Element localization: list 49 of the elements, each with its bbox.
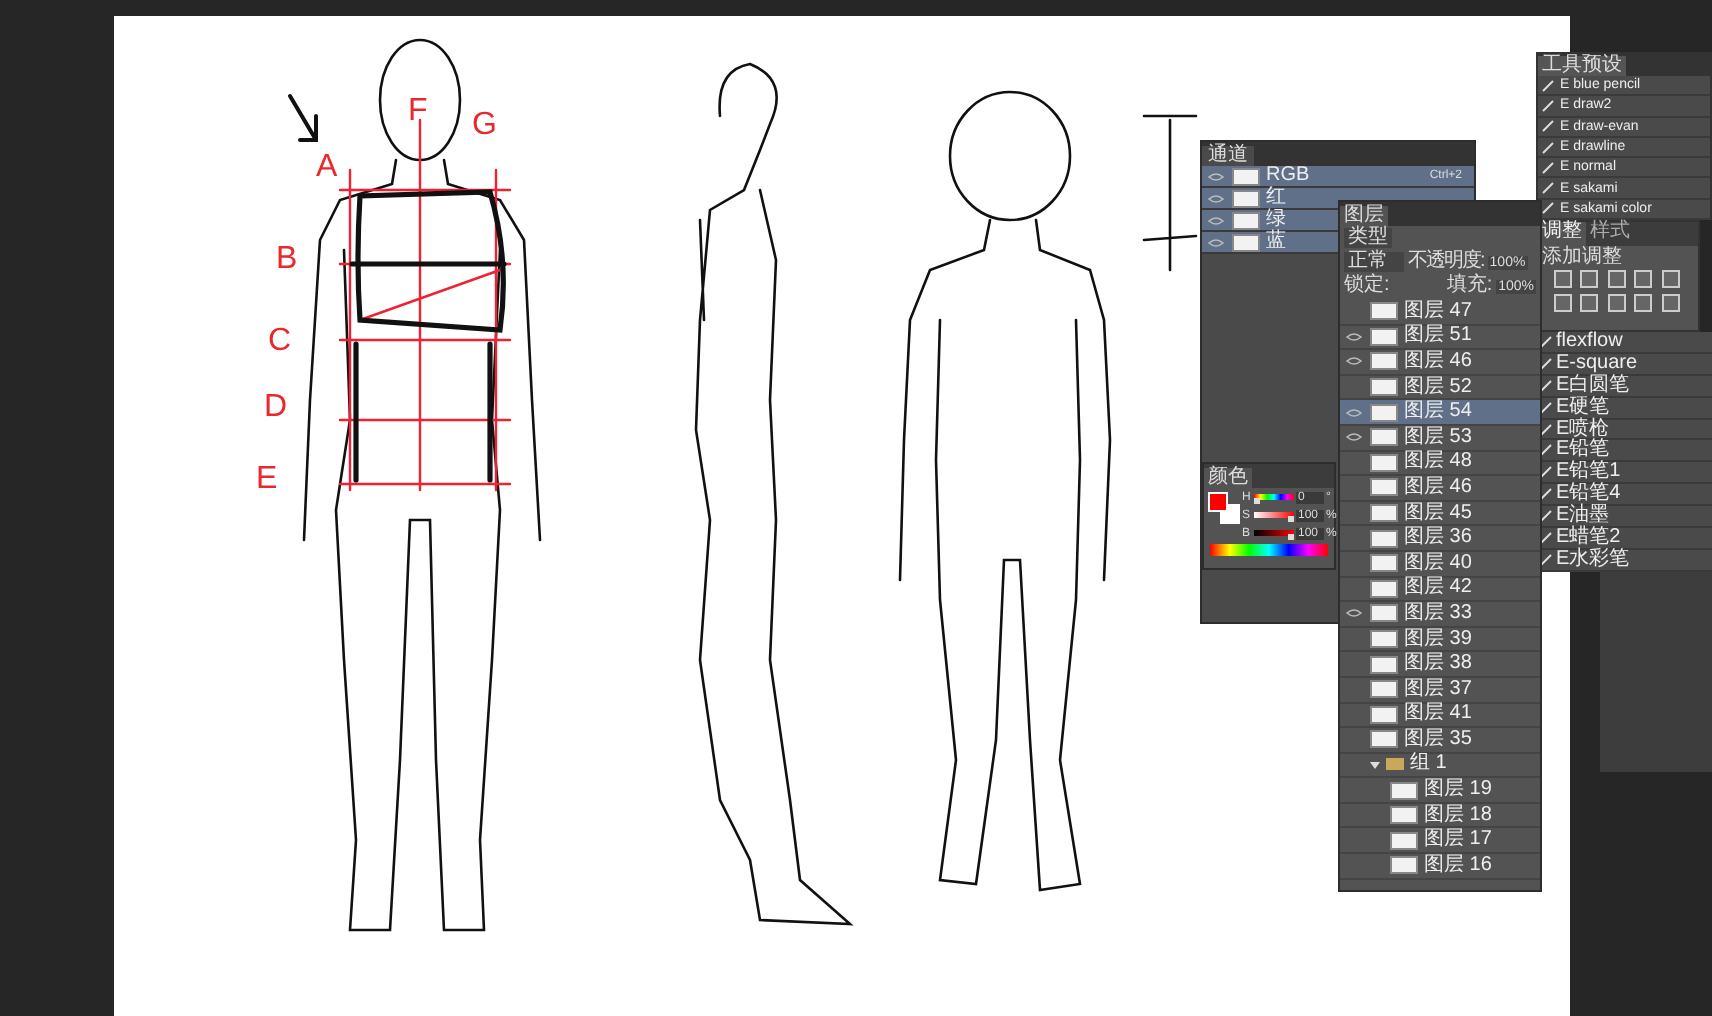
channel-name: 绿	[1266, 210, 1286, 230]
layer-name: 图层 37	[1404, 679, 1472, 700]
fill-label: 填充:	[1446, 276, 1493, 296]
brush-name: E蜡笔2	[1556, 527, 1621, 548]
annotation-letter: G	[472, 110, 497, 142]
brush-name: E喷枪	[1556, 419, 1610, 440]
layer-name: 图层 38	[1404, 654, 1472, 675]
channel-name: RGB	[1266, 166, 1310, 186]
layer-name: 图层 40	[1404, 553, 1472, 574]
layer-name: 图层 54	[1404, 402, 1472, 423]
brush-name: E铅笔4	[1556, 484, 1621, 505]
layer-name: 图层 48	[1404, 452, 1472, 473]
annotation-letter: E	[256, 464, 278, 496]
layer-name: 图层 18	[1424, 805, 1492, 826]
layer-name: 组 1	[1410, 754, 1447, 775]
panel-heading: 添加调整	[1540, 248, 1624, 268]
layer-name: 图层 45	[1404, 503, 1472, 524]
brush-name: E油墨	[1556, 506, 1610, 527]
channel-name: 蓝	[1266, 232, 1286, 252]
opacity-label: 不透明度:	[1408, 252, 1484, 272]
brush-name: E-square	[1556, 353, 1638, 374]
brush-name: E白圆笔	[1556, 375, 1630, 396]
annotation-letter: F	[408, 96, 428, 128]
layer-name: 图层 39	[1404, 629, 1472, 650]
annotation-letter: B	[276, 244, 298, 276]
lock-label: 锁定:	[1344, 276, 1390, 296]
brush-name: E硬笔	[1556, 397, 1610, 418]
annotation-letter: C	[268, 326, 292, 358]
layer-name: 图层 36	[1404, 528, 1472, 549]
channel-name: 红	[1266, 188, 1286, 208]
brush-name: E铅笔	[1556, 440, 1610, 461]
layer-name: 图层 52	[1404, 377, 1472, 398]
layer-name: 图层 41	[1404, 704, 1472, 725]
layer-name: 图层 17	[1424, 830, 1492, 851]
layer-name: 图层 46	[1404, 351, 1472, 372]
layer-name: 图层 35	[1404, 729, 1472, 750]
annotation-letter: A	[316, 152, 338, 184]
brush-name: E铅笔1	[1556, 462, 1621, 483]
layer-name: 图层 53	[1404, 427, 1472, 448]
brush-name: E水彩笔	[1556, 549, 1630, 570]
layer-name: 图层 33	[1404, 603, 1472, 624]
layer-name: 图层 46	[1404, 477, 1472, 498]
layer-name: 图层 47	[1404, 301, 1472, 322]
annotation-letter: D	[264, 392, 288, 424]
layer-name: 图层 16	[1424, 855, 1492, 876]
layer-name: 图层 42	[1404, 578, 1472, 599]
layer-name: 图层 51	[1404, 326, 1472, 347]
layer-name: 图层 19	[1424, 780, 1492, 801]
brush-name: flexflow	[1556, 331, 1623, 352]
